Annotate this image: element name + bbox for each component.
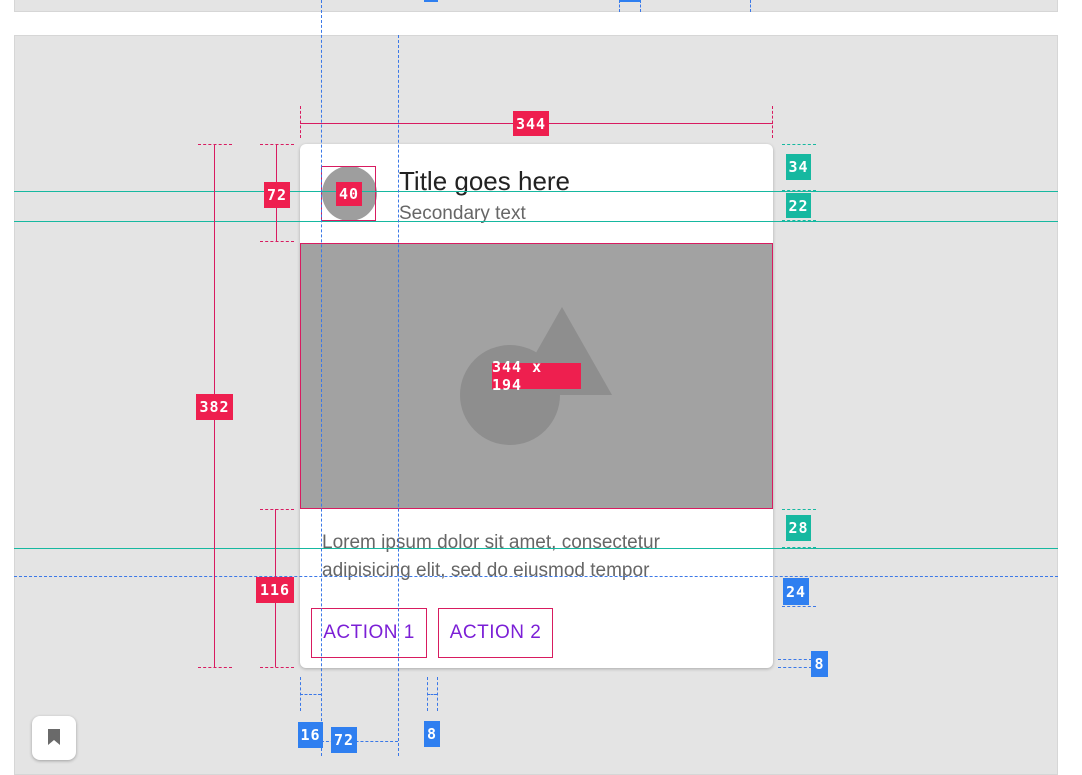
subtitle-spec-bottom-tick: [782, 220, 816, 221]
header-spec-top-tick: [260, 144, 294, 145]
bookmark-button[interactable]: [32, 716, 76, 760]
actions-spec-bottom-tick: [260, 667, 294, 668]
title-spec-top-tick: [782, 144, 816, 145]
card-width-badge: 344: [513, 111, 549, 136]
height-spec-bottom-tick: [198, 667, 232, 668]
left-padding-guide: [321, 0, 322, 756]
media-size-badge: 344 x 194: [492, 358, 581, 394]
card-height-badge: 382: [196, 394, 233, 420]
subtitle-baseline-line: [14, 221, 1058, 222]
actions-spec-top-tick: [260, 509, 294, 510]
avatar-size-badge: 40: [336, 182, 362, 206]
top-marker: [424, 0, 438, 2]
height-spec-top-tick: [198, 144, 232, 145]
title-baseline-badge: 34: [786, 154, 811, 180]
actions-height-badge: 116: [256, 577, 294, 603]
button-gap-badge: 8: [424, 721, 440, 747]
body-bottom-guide: [14, 576, 1058, 577]
width-spec-left-tick: [300, 106, 301, 138]
body-spec-bottom-tick: [782, 547, 816, 548]
top-panel: [14, 0, 1058, 12]
body-baseline-line: [14, 548, 1058, 549]
left-padding-badge: 16: [298, 722, 323, 748]
body-bottom-spec-tick: [782, 606, 816, 607]
header-spec-bottom-tick: [260, 241, 294, 242]
title-spec-bottom-tick: [782, 190, 816, 191]
gap-spec-line: [427, 694, 437, 695]
text-offset-badge: 72: [331, 727, 357, 753]
width-spec-right-tick: [772, 106, 773, 138]
padding-spec-top-tick: [778, 659, 812, 660]
action-1-button[interactable]: ACTION 1: [311, 608, 427, 658]
left-pad-spec-line: [300, 694, 321, 695]
subtitle-baseline-badge: 22: [786, 193, 811, 218]
padding-spec-bottom-tick: [778, 667, 812, 668]
card-title: Title goes here: [399, 166, 571, 196]
bookmark-icon: [48, 729, 60, 745]
action-2-button[interactable]: ACTION 2: [438, 608, 553, 658]
top-guide: [750, 0, 751, 12]
body-spec-top-tick: [782, 509, 816, 510]
title-baseline-line: [14, 191, 1058, 192]
text-offset-guide: [398, 35, 399, 756]
body-baseline-badge: 28: [786, 515, 811, 541]
body-bottom-badge: 24: [783, 578, 809, 605]
actions-padding-badge: 8: [811, 651, 828, 677]
top-marker-2: [619, 0, 641, 2]
header-height-badge: 72: [264, 182, 290, 208]
gap-spec-right-tick: [437, 677, 438, 711]
